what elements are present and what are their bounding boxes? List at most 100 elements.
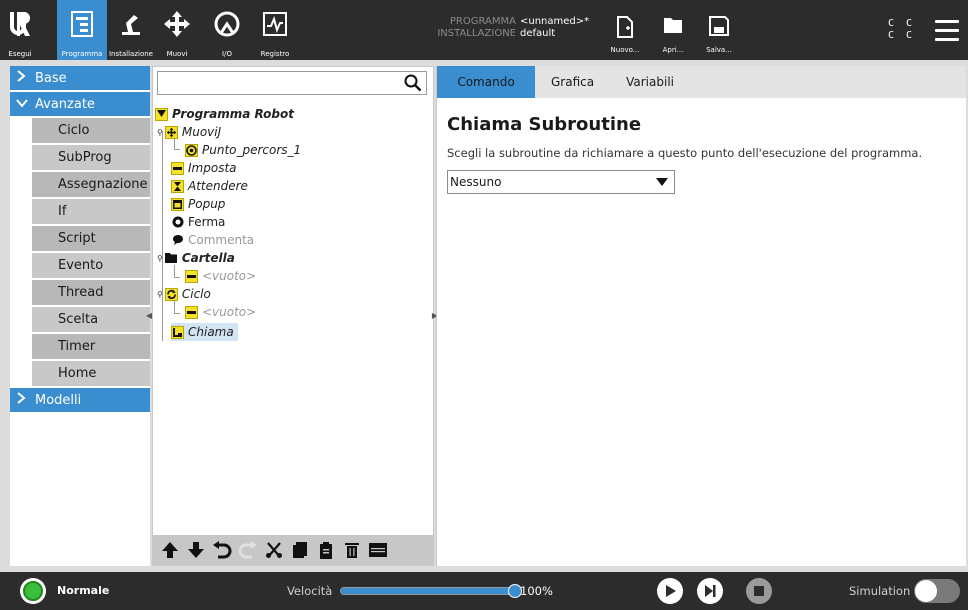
tree-node-loop[interactable]: ⚲ Ciclo <box>157 285 211 303</box>
chevron-down-icon <box>16 97 30 112</box>
copy-icon[interactable] <box>289 539 311 561</box>
command-sidebar: Base Avanzate Ciclo SubProg Assegnazione… <box>10 66 150 566</box>
sidebar-item-script[interactable]: Script <box>32 226 150 251</box>
program-tree-icon <box>71 11 93 37</box>
sidebar-category-base[interactable]: Base <box>10 66 150 90</box>
tree-node-comment[interactable]: Commenta <box>171 231 254 249</box>
save-button-label: Salva... <box>706 46 732 54</box>
tree-toolbar <box>153 535 433 565</box>
delete-trash-icon[interactable] <box>341 539 363 561</box>
select-value: Nessuno <box>450 175 502 189</box>
open-button[interactable]: Apri... <box>653 0 693 60</box>
toggle-knob <box>915 580 937 602</box>
sidebar-item-thread[interactable]: Thread <box>32 280 150 305</box>
tree-node-set[interactable]: Imposta <box>171 159 237 177</box>
tree-node-empty[interactable]: <vuoto> <box>185 267 256 285</box>
comment-bubble-icon <box>171 234 184 247</box>
save-button[interactable]: Salva... <box>699 0 739 60</box>
sidebar-item-assignment[interactable]: Assegnazione <box>32 172 150 197</box>
play-button[interactable] <box>657 578 683 604</box>
tree-node-label: Popup <box>188 197 226 211</box>
move-up-icon[interactable] <box>159 539 181 561</box>
page-title: Chiama Subroutine <box>447 114 642 135</box>
tab-label: Comando <box>457 75 515 89</box>
node-detail-panel: Comando Grafica Variabili Chiama Subrout… <box>436 66 966 566</box>
sidebar-item-if[interactable]: If <box>32 199 150 224</box>
installation-label: INSTALLAZIONE <box>437 28 516 39</box>
sidebar-item-event[interactable]: Evento <box>32 253 150 278</box>
suppress-icon[interactable] <box>367 539 389 561</box>
nav-run[interactable]: Esegui <box>0 0 40 60</box>
set-icon <box>171 161 184 175</box>
sidebar-category-advanced[interactable]: Avanzate <box>10 92 150 116</box>
sidebar-item-home[interactable]: Home <box>32 361 150 386</box>
step-button[interactable] <box>697 578 723 604</box>
tree-node-label: Programma Robot <box>172 107 294 121</box>
tree-node-label: <vuoto> <box>202 269 257 283</box>
undo-icon[interactable] <box>211 539 233 561</box>
new-button[interactable]: Nuovo... <box>605 0 645 60</box>
loop-arrows-icon <box>164 287 178 301</box>
simulation-toggle[interactable] <box>914 579 960 603</box>
nav-io[interactable]: I/O <box>207 0 247 60</box>
tree-node-folder[interactable]: ⚲ Cartella <box>157 249 235 267</box>
tree-node-root[interactable]: Programma Robot <box>155 105 294 123</box>
tree-node-label: <vuoto> <box>202 305 257 319</box>
paste-icon[interactable] <box>315 539 337 561</box>
nav-move[interactable]: Muovi <box>157 0 197 60</box>
tab-graphics[interactable]: Grafica <box>535 66 610 98</box>
search-icon[interactable] <box>404 74 422 96</box>
nav-program-label: Programma <box>61 50 103 58</box>
speed-slider-fill <box>341 588 514 594</box>
menu-hamburger-icon[interactable] <box>935 20 959 47</box>
nav-move-label: Muovi <box>166 50 188 58</box>
save-disk-icon <box>709 16 729 36</box>
robot-status-icon[interactable] <box>20 578 46 604</box>
move-down-icon[interactable] <box>185 539 207 561</box>
tree-node-label: Cartella <box>181 251 235 265</box>
move-arrows-icon <box>164 11 190 37</box>
step-icon <box>705 585 716 597</box>
folder-icon <box>664 18 682 33</box>
robot-arm-icon <box>122 15 140 35</box>
tab-label: Grafica <box>551 75 595 89</box>
sidebar-item-loop[interactable]: Ciclo <box>32 118 150 143</box>
control-mode-indicator: C CC C <box>888 18 916 41</box>
tab-command[interactable]: Comando <box>437 66 535 98</box>
stop-hand-icon <box>171 216 184 229</box>
file-info: PROGRAMMA <unnamed>* INSTALLAZIONE default <box>434 16 589 40</box>
speed-label: Velocità <box>287 584 333 598</box>
speed-slider[interactable] <box>340 587 515 595</box>
sidebar-item-timer[interactable]: Timer <box>32 334 150 359</box>
tree-node-empty[interactable]: <vuoto> <box>185 303 256 321</box>
search-input[interactable] <box>158 72 398 94</box>
sidebar-item-subprogram[interactable]: SubProg <box>32 145 150 170</box>
new-button-label: Nuovo... <box>610 46 640 54</box>
tree-node-waypoint[interactable]: Punto_percors_1 <box>185 141 301 159</box>
tab-variables[interactable]: Variabili <box>610 66 690 98</box>
tree-node-halt[interactable]: Ferma <box>171 213 225 231</box>
nav-log[interactable]: Registro <box>255 0 295 60</box>
tree-node-call[interactable]: Chiama <box>171 323 238 341</box>
folder-icon <box>165 252 178 265</box>
footer-bar: Normale Velocità 100% Simulation <box>0 572 968 610</box>
popup-window-icon <box>171 197 184 211</box>
nav-run-label: Esegui <box>8 50 32 58</box>
sidebar-category-templates[interactable]: Modelli <box>10 388 150 412</box>
sidebar-item-switch[interactable]: Scelta <box>32 307 150 332</box>
tree-node-label: Attendere <box>188 179 248 193</box>
tree-node-popup[interactable]: Popup <box>171 195 225 213</box>
nav-installation[interactable]: Installazione <box>108 0 154 60</box>
tree-node-wait[interactable]: Attendere <box>171 177 248 195</box>
tree-node-label: Punto_percors_1 <box>202 143 302 157</box>
sidebar-category-templates-label: Modelli <box>35 392 82 408</box>
redo-icon <box>237 539 259 561</box>
tree-connector <box>162 131 163 341</box>
triangle-down-icon <box>155 107 168 121</box>
tree-node-label: Imposta <box>188 161 237 175</box>
set-icon <box>185 269 198 283</box>
subroutine-select[interactable]: Nessuno <box>447 170 675 194</box>
tree-node-movej[interactable]: ⚲ MuoviJ <box>157 123 221 141</box>
cut-icon[interactable] <box>263 539 285 561</box>
nav-program[interactable]: Programma <box>57 0 107 60</box>
